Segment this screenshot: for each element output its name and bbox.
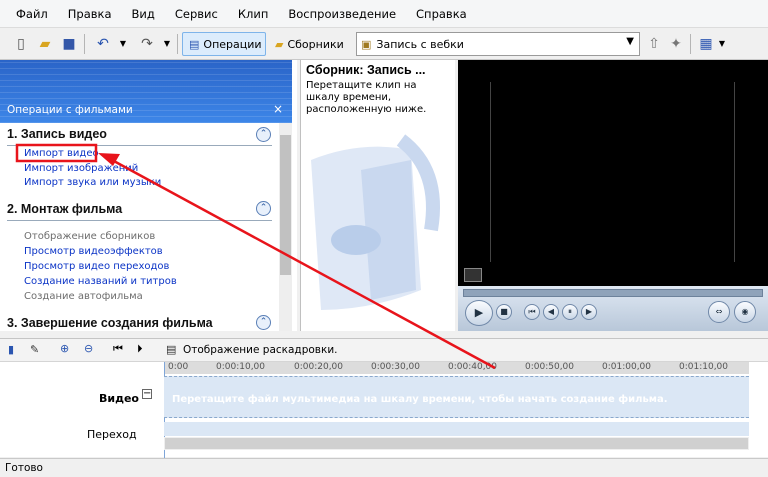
- zoom-in-icon[interactable]: ⊕: [60, 342, 69, 355]
- close-icon[interactable]: ×: [273, 102, 283, 116]
- collections-folder-icon: ▰: [275, 37, 284, 51]
- ruler-tick: 0:00:10,00: [216, 362, 266, 372]
- collection-select[interactable]: ▣ Запись с вебки ▼: [356, 32, 640, 56]
- new-file-icon[interactable]: ▯: [12, 35, 30, 53]
- task-view-effects[interactable]: Просмотр видеоэффектов: [24, 246, 163, 257]
- webcam-collection-icon: ▣: [361, 37, 372, 51]
- timeline-scrollbar-thumb[interactable]: [165, 438, 748, 449]
- collections-label: Сборники: [287, 37, 344, 51]
- redo-icon[interactable]: ↷: [138, 35, 156, 53]
- task-import-images[interactable]: Импорт изображений: [24, 163, 138, 174]
- collapse-icon[interactable]: ⌃: [256, 315, 271, 330]
- storyboard-toggle[interactable]: Отображение раскадровки.: [183, 344, 337, 356]
- timeline-toolbar: ▮ ✎ ⊕ ⊖ ⏮ ⏵ ▤ Отображение раскадровки.: [0, 338, 768, 362]
- tasks-scrollbar-thumb[interactable]: [280, 135, 291, 275]
- ruler-tick: 0:00:20,00: [294, 362, 344, 372]
- menu-clip[interactable]: Клип: [228, 0, 279, 28]
- redo-dropdown-icon[interactable]: ▼: [158, 35, 176, 53]
- collection-description: Перетащите клип на шкалу времени, распол…: [306, 80, 427, 115]
- section-divider: [7, 145, 272, 146]
- status-bar: Готово: [0, 458, 768, 477]
- open-folder-icon[interactable]: ▰: [36, 35, 54, 53]
- transition-track-label: Переход: [87, 428, 137, 441]
- rewind-icon[interactable]: ◀: [543, 304, 559, 320]
- view-dropdown-icon[interactable]: ▼: [713, 35, 731, 53]
- split-clip-icon[interactable]: ⏸: [562, 304, 578, 320]
- menu-view[interactable]: Вид: [122, 0, 165, 28]
- zoom-out-icon[interactable]: ⊖: [84, 342, 93, 355]
- collections-button[interactable]: ▰ Сборники: [269, 32, 351, 56]
- collapse-icon[interactable]: ⌃: [256, 201, 271, 216]
- up-level-icon[interactable]: ⇧: [645, 35, 663, 53]
- ruler-tick: 0:00:30,00: [371, 362, 421, 372]
- play-icon[interactable]: ▶: [465, 300, 493, 326]
- narration-icon[interactable]: ▮: [8, 343, 14, 356]
- task-import-video[interactable]: Импорт видео: [24, 148, 99, 159]
- forward-icon[interactable]: ▶: [581, 304, 597, 320]
- split-icon[interactable]: ⇔: [708, 301, 730, 323]
- task-show-collections: Отображение сборников: [24, 231, 156, 242]
- task-automovie: Создание автофильма: [24, 291, 143, 302]
- snapshot-icon[interactable]: ◉: [734, 301, 756, 323]
- tasks-pane-title: Операции с фильмами: [7, 104, 133, 116]
- transition-track[interactable]: [164, 422, 749, 436]
- task-view-transitions[interactable]: Просмотр видео переходов: [24, 261, 169, 272]
- menu-edit[interactable]: Правка: [58, 0, 122, 28]
- seek-bar[interactable]: [463, 289, 763, 297]
- menu-help[interactable]: Справка: [406, 0, 477, 28]
- toolbar: ▯ ▰ ■ ↶ ▼ ↷ ▼ ▤ Операции ▰ Сборники ▣ За…: [0, 28, 768, 60]
- section-title-edit: 2. Монтаж фильма: [7, 202, 123, 216]
- new-collection-icon[interactable]: ✦: [667, 35, 685, 53]
- section-title-capture: 1. Запись видео: [7, 127, 107, 141]
- operations-icon: ▤: [189, 37, 200, 51]
- ruler-tick: 0:01:10,00: [679, 362, 729, 372]
- timeline-ruler[interactable]: 0:00 0:00:10,00 0:00:20,00 0:00:30,00 0:…: [164, 362, 749, 374]
- menu-file[interactable]: Файл: [6, 0, 58, 28]
- undo-icon[interactable]: ↶: [94, 35, 112, 53]
- menu-bar: Файл Правка Вид Сервис Клип Воспроизведе…: [0, 0, 768, 28]
- storyboard-icon: ▤: [166, 343, 177, 356]
- audio-levels-icon[interactable]: ✎: [30, 343, 39, 356]
- undo-dropdown-icon[interactable]: ▼: [114, 35, 132, 53]
- ruler-tick: 0:00:40,00: [448, 362, 498, 372]
- ruler-tick: 0:01:00,00: [602, 362, 652, 372]
- operations-button[interactable]: ▤ Операции: [182, 32, 266, 56]
- collection-title: Сборник: Запись ...: [306, 63, 426, 77]
- video-track-label: Видео: [99, 392, 139, 405]
- collapse-icon[interactable]: ⌃: [256, 127, 271, 142]
- ruler-tick: 0:00: [168, 362, 189, 372]
- play-timeline-icon[interactable]: ⏵: [137, 342, 143, 356]
- rewind-timeline-icon[interactable]: ⏮: [113, 342, 123, 356]
- ruler-tick: 0:00:50,00: [525, 362, 575, 372]
- save-icon[interactable]: ■: [60, 35, 78, 53]
- section-title-finish: 3. Завершение создания фильма: [7, 316, 213, 330]
- task-import-audio[interactable]: Импорт звука или музыки: [24, 177, 161, 188]
- video-track-hint: Перетащите файл мультимедиа на шкалу вре…: [172, 394, 668, 405]
- collapse-track-icon[interactable]: −: [142, 389, 152, 399]
- stop-icon[interactable]: ■: [496, 304, 512, 320]
- menu-playback[interactable]: Воспроизведение: [278, 0, 406, 28]
- fullscreen-icon[interactable]: [464, 268, 482, 282]
- chevron-down-icon[interactable]: ▼: [626, 36, 634, 47]
- menu-tools[interactable]: Сервис: [165, 0, 228, 28]
- previous-frame-icon[interactable]: ⏮: [524, 304, 540, 320]
- task-make-titles[interactable]: Создание названий и титров: [24, 276, 177, 287]
- collection-select-value: Запись с вебки: [376, 37, 464, 51]
- section-divider: [7, 220, 272, 221]
- operations-label: Операции: [203, 37, 262, 51]
